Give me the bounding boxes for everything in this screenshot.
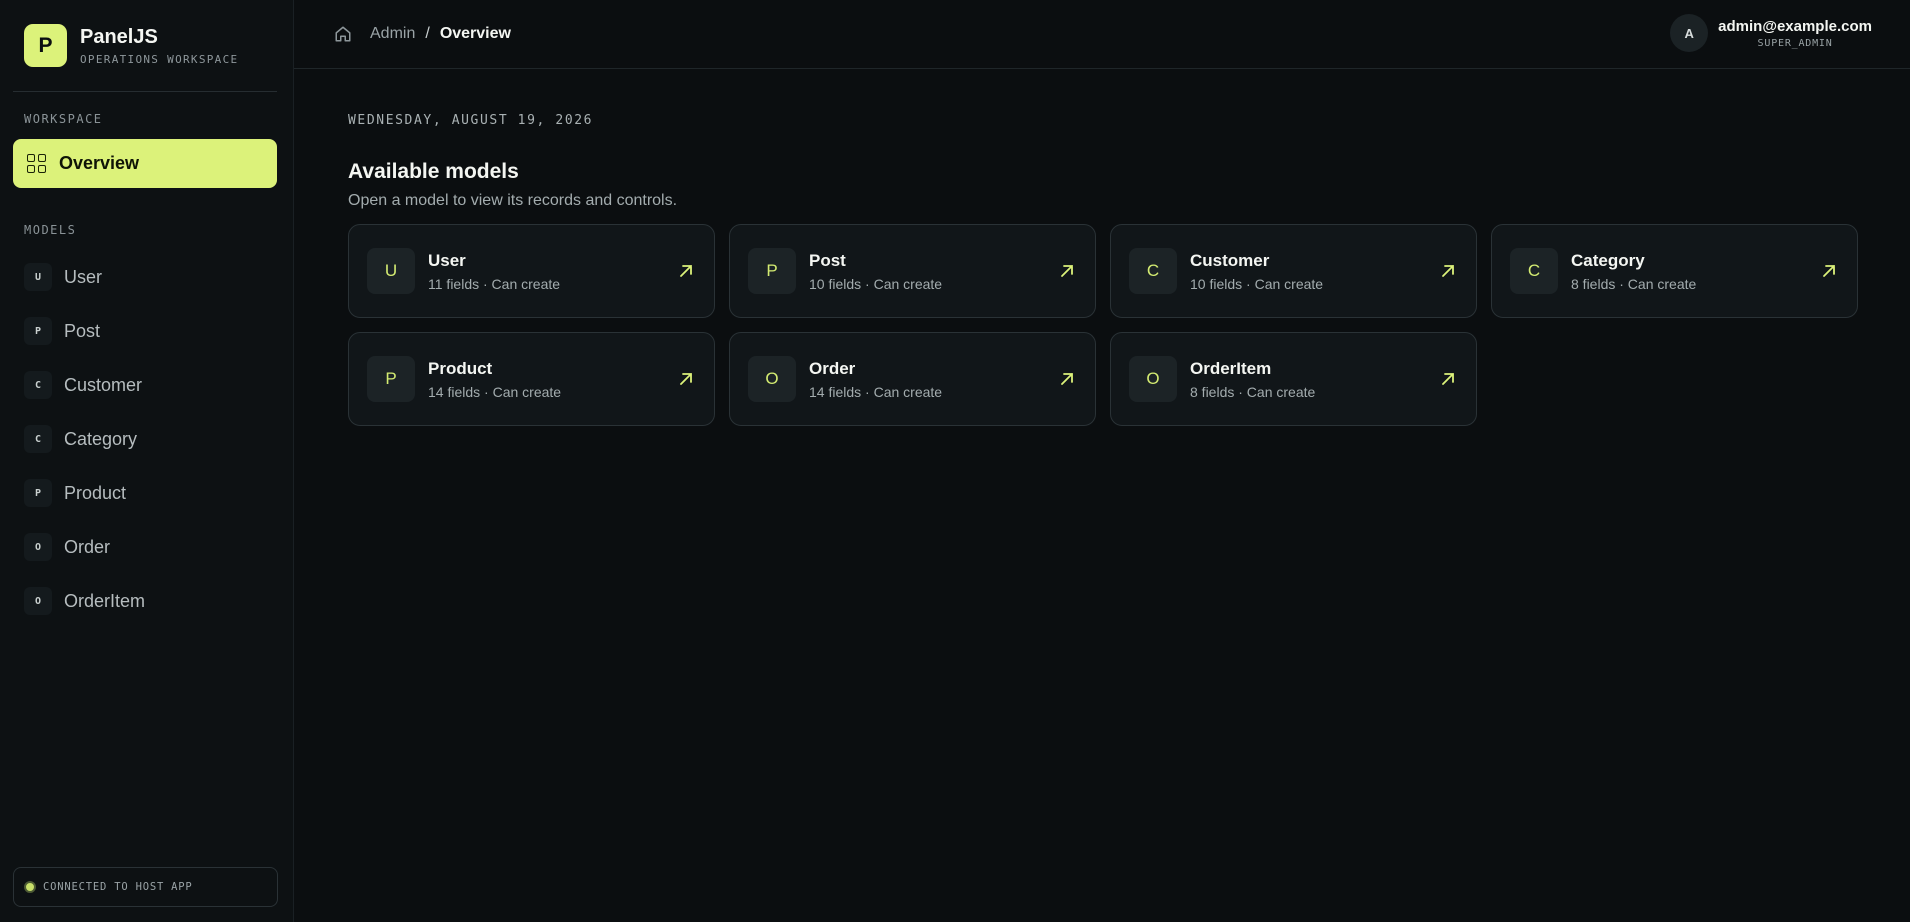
- arrow-up-right-icon: [1061, 373, 1073, 385]
- model-card-meta: 8 fields · Can create: [1571, 275, 1697, 292]
- sidebar-item-overview[interactable]: Overview: [13, 139, 277, 188]
- model-badge: O: [24, 587, 52, 615]
- sidebar-item-label: Post: [64, 320, 101, 341]
- sidebar: P PanelJS OPERATIONS WORKSPACE WORKSPACE…: [0, 0, 294, 922]
- model-nav-list: U User P Post C Customer C Category P Pr…: [0, 250, 293, 628]
- model-card-meta: 10 fields · Can create: [809, 275, 943, 292]
- model-card-order[interactable]: O Order 14 fields · Can create: [729, 332, 1096, 426]
- sidebar-divider: [13, 91, 277, 92]
- user-email: admin@example.com: [1718, 17, 1872, 35]
- model-badge: P: [24, 479, 52, 507]
- model-card-badge: O: [1129, 356, 1177, 402]
- arrow-up-right-icon: [1823, 265, 1835, 277]
- sidebar-item-label: Category: [64, 428, 138, 449]
- model-card-title: Order: [809, 358, 856, 378]
- user-menu[interactable]: A admin@example.com SUPER_ADMIN: [1670, 14, 1872, 52]
- brand-name: PanelJS: [80, 26, 158, 48]
- app-shell: P PanelJS OPERATIONS WORKSPACE WORKSPACE…: [0, 0, 1910, 922]
- sidebar-item-label: Customer: [64, 374, 143, 395]
- avatar: A: [1670, 14, 1709, 52]
- sidebar-item-label: Overview: [59, 153, 140, 173]
- sidebar-item-category[interactable]: C Category: [0, 412, 293, 466]
- model-card-user[interactable]: U User 11 fields · Can create: [348, 224, 715, 318]
- brand-subtitle: OPERATIONS WORKSPACE: [80, 53, 239, 66]
- sidebar-item-label: User: [64, 266, 103, 287]
- model-badge: C: [24, 371, 52, 399]
- connection-status: CONNECTED TO HOST APP: [13, 867, 278, 907]
- models-section-label: MODELS: [24, 223, 77, 237]
- model-card-meta: 14 fields · Can create: [809, 383, 943, 400]
- sidebar-item-post[interactable]: P Post: [0, 304, 293, 358]
- status-text: CONNECTED TO HOST APP: [43, 881, 193, 893]
- model-card-badge: U: [367, 248, 415, 294]
- breadcrumb-separator: /: [425, 25, 430, 42]
- model-badge: C: [24, 425, 52, 453]
- model-card-title: Customer: [1190, 250, 1270, 270]
- model-card-badge: C: [1510, 248, 1558, 294]
- sidebar-item-user[interactable]: U User: [0, 250, 293, 304]
- sidebar-item-order[interactable]: O Order: [0, 520, 293, 574]
- model-badge: O: [24, 533, 52, 561]
- grid-icon: [27, 153, 47, 174]
- overview-content: WEDNESDAY, AUGUST 19, 2026 Available mod…: [294, 113, 1910, 426]
- arrow-up-right-icon: [1442, 265, 1454, 277]
- breadcrumb-admin-link[interactable]: Admin: [370, 25, 415, 43]
- brand-logo: P: [24, 24, 67, 67]
- model-card-meta: 14 fields · Can create: [428, 383, 562, 400]
- page-description: Open a model to view its records and con…: [348, 192, 678, 209]
- model-card-title: User: [428, 250, 466, 270]
- model-card-title: OrderItem: [1190, 358, 1272, 378]
- model-card-category[interactable]: C Category 8 fields · Can create: [1491, 224, 1858, 318]
- model-card-post[interactable]: P Post 10 fields · Can create: [729, 224, 1096, 318]
- status-dot-icon: [24, 881, 36, 893]
- model-card-product[interactable]: P Product 14 fields · Can create: [348, 332, 715, 426]
- model-card-badge: C: [1129, 248, 1177, 294]
- sidebar-item-product[interactable]: P Product: [0, 466, 293, 520]
- model-card-title: Post: [809, 250, 846, 270]
- breadcrumb-current: Overview: [439, 25, 511, 42]
- sidebar-item-label: Product: [64, 482, 127, 503]
- model-card-customer[interactable]: C Customer 10 fields · Can create: [1110, 224, 1477, 318]
- model-card-title: Category: [1571, 250, 1645, 270]
- model-card-title: Product: [428, 358, 493, 378]
- sidebar-item-orderitem[interactable]: O OrderItem: [0, 574, 293, 628]
- user-role: SUPER_ADMIN: [1757, 37, 1833, 49]
- model-card-meta: 10 fields · Can create: [1190, 275, 1324, 292]
- model-card-badge: P: [367, 356, 415, 402]
- page-title: Available models: [348, 160, 519, 183]
- current-date: WEDNESDAY, AUGUST 19, 2026: [348, 113, 594, 128]
- home-icon[interactable]: [334, 25, 352, 43]
- model-cards-grid: U User 11 fields · Can create P Post 10 …: [348, 224, 1910, 426]
- top-bar: Admin / Overview A admin@example.com SUP…: [294, 0, 1910, 69]
- model-badge: P: [24, 317, 52, 345]
- sidebar-item-customer[interactable]: C Customer: [0, 358, 293, 412]
- model-badge: U: [24, 263, 52, 291]
- model-card-badge: O: [748, 356, 796, 402]
- workspace-section-label: WORKSPACE: [24, 112, 103, 126]
- sidebar-item-label: OrderItem: [64, 590, 146, 611]
- arrow-up-right-icon: [1061, 265, 1073, 277]
- main-area: Admin / Overview A admin@example.com SUP…: [294, 0, 1910, 922]
- model-card-meta: 11 fields · Can create: [428, 275, 561, 292]
- model-card-badge: P: [748, 248, 796, 294]
- arrow-up-right-icon: [1442, 373, 1454, 385]
- model-card-meta: 8 fields · Can create: [1190, 383, 1316, 400]
- model-card-orderitem[interactable]: O OrderItem 8 fields · Can create: [1110, 332, 1477, 426]
- arrow-up-right-icon: [680, 265, 692, 277]
- arrow-up-right-icon: [680, 373, 692, 385]
- sidebar-item-label: Order: [64, 536, 111, 557]
- brand[interactable]: P PanelJS OPERATIONS WORKSPACE: [0, 0, 293, 91]
